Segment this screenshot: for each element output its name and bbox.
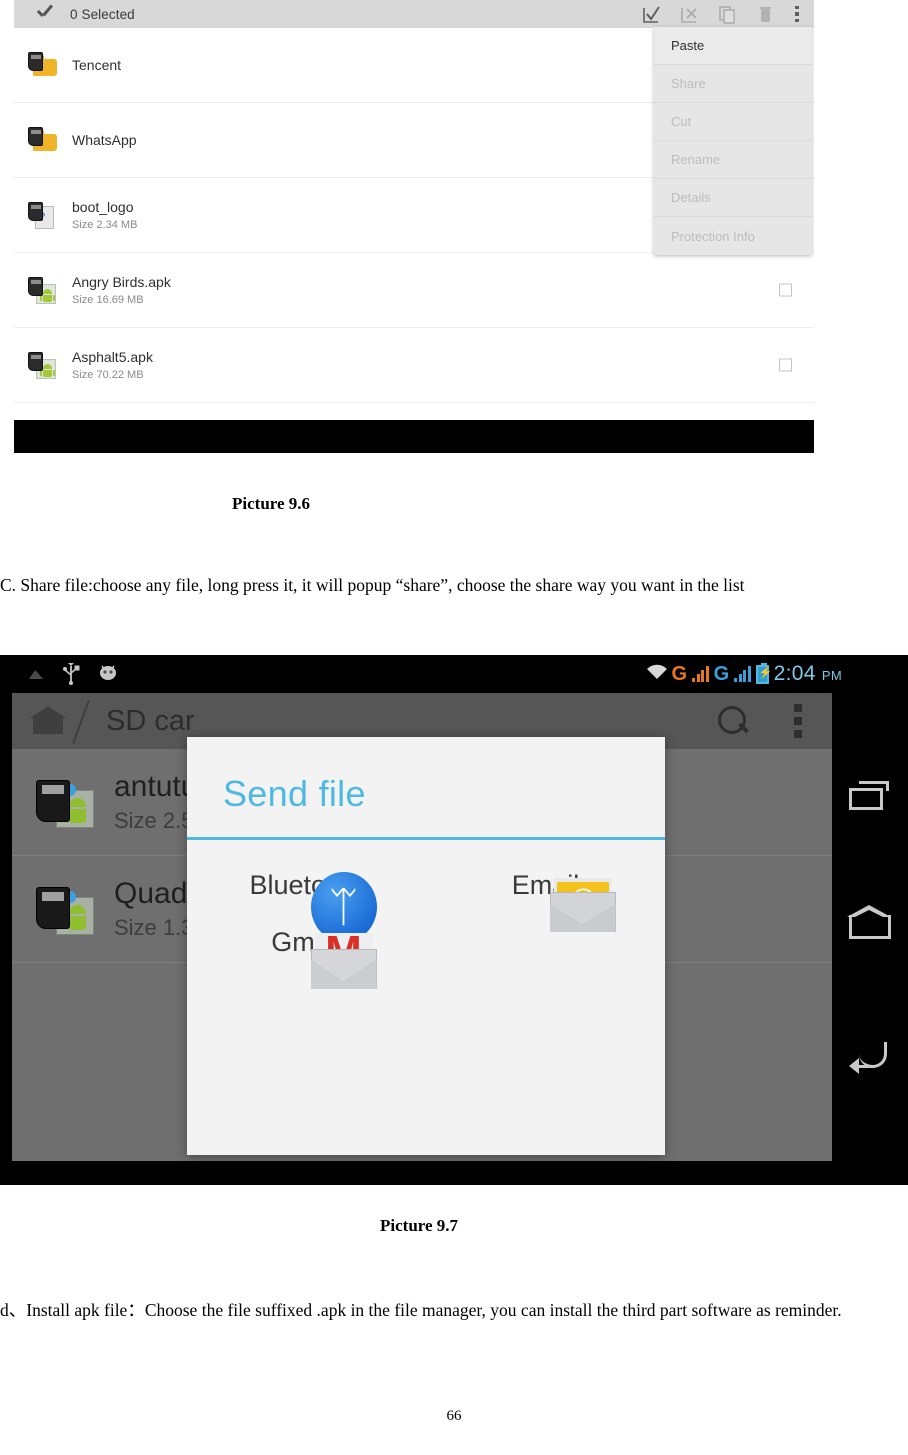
file-manager-action-bar: 0 Selected xyxy=(14,0,814,28)
menu-item-share: Share xyxy=(654,65,812,103)
check-icon[interactable] xyxy=(34,3,56,25)
paragraph-share-file: C. Share file:choose any file, long pres… xyxy=(0,575,745,595)
wifi-icon xyxy=(645,663,667,685)
share-option-label: Email xyxy=(511,870,580,900)
file-name: WhatsApp xyxy=(72,131,137,148)
status-bar-clock: 2:04 PM xyxy=(774,662,842,686)
file-size: Size 16.69 MB xyxy=(72,293,144,306)
document-page: 0 Selected Tencent WhatsApp boot_logo Si… xyxy=(0,0,908,1455)
android-navigation-bar xyxy=(14,420,814,453)
selected-count-label: 0 Selected xyxy=(70,6,135,22)
table-row[interactable]: Angry Birds.apk Size 16.69 MB xyxy=(14,253,814,328)
menu-item-protection-info: Protection Info xyxy=(671,228,755,244)
battery-charging-icon xyxy=(755,662,772,684)
clock-ampm: PM xyxy=(821,668,842,683)
sdcard-folder-icon xyxy=(28,50,58,80)
share-option-bluetooth[interactable]: ᛠ Bluetooth xyxy=(187,870,426,942)
deselect-all-icon xyxy=(680,5,699,24)
sim1-signal-icon xyxy=(692,666,709,682)
back-button[interactable] xyxy=(847,1036,893,1076)
row-checkbox[interactable] xyxy=(779,283,792,297)
screenshot-send-file-dialog: G G 2:04 PM SD xyxy=(0,655,908,1185)
sdcard-file-icon: ? xyxy=(28,200,58,230)
share-target-grid: ᛠ Bluetooth @ Email M Gma xyxy=(187,840,665,989)
page-number: 66 xyxy=(446,1408,462,1424)
sdcard-apk-icon xyxy=(28,275,58,305)
sdcard-apk-icon xyxy=(34,774,96,830)
overflow-menu-popup: Paste Share Cut Rename Details Protectio… xyxy=(654,27,812,255)
menu-item-paste[interactable]: Paste xyxy=(654,27,812,65)
android-status-bar: G G 2:04 PM xyxy=(0,655,908,693)
table-row[interactable]: Asphalt5.apk Size 70.22 MB xyxy=(14,328,814,403)
breadcrumb-separator-icon xyxy=(76,697,94,745)
sdcard-folder-icon xyxy=(28,125,58,155)
file-name: boot_logo xyxy=(72,199,134,216)
share-option-email[interactable]: @ Email xyxy=(426,870,665,932)
sdcard-apk-icon xyxy=(34,881,96,937)
file-manager-screen: SD car antutu_l Size 2.55 Quadrar Size 1… xyxy=(12,693,832,1161)
row-checkbox[interactable] xyxy=(779,358,792,372)
file-name: Asphalt5.apk xyxy=(72,349,153,366)
select-all-icon[interactable] xyxy=(642,5,661,24)
sim1-network-label: G xyxy=(671,663,688,685)
file-size: Size 70.22 MB xyxy=(72,368,144,381)
sim2-network-label: G xyxy=(713,663,730,685)
home-button[interactable] xyxy=(847,904,893,947)
action-bar-icon-group xyxy=(642,5,800,24)
home-icon[interactable] xyxy=(30,706,66,736)
delete-icon xyxy=(756,5,775,24)
action-bar-icon-group xyxy=(716,704,802,738)
overflow-menu-icon[interactable] xyxy=(794,704,802,738)
file-size: Size 2.34 MB xyxy=(72,218,138,231)
screenshot-icon xyxy=(26,663,48,685)
recent-apps-button[interactable] xyxy=(847,778,893,818)
file-name: Tencent xyxy=(72,56,122,73)
usb-icon xyxy=(62,663,84,685)
breadcrumb[interactable]: SD car xyxy=(106,705,195,738)
figure-caption-9-7: Picture 9.7 xyxy=(380,1216,459,1235)
overflow-menu-icon[interactable] xyxy=(794,5,800,24)
menu-item-details: Details xyxy=(654,179,812,217)
send-file-dialog: Send file ᛠ Bluetooth @ Email xyxy=(187,737,665,1155)
clock-time: 2:04 xyxy=(773,662,816,685)
status-bar-system-icons: G G 2:04 PM xyxy=(645,662,842,686)
sim2-signal-icon xyxy=(734,666,751,682)
file-name: Angry Birds.apk xyxy=(72,274,171,291)
dialog-title: Send file xyxy=(223,773,366,814)
screenshot-file-manager-overflow: 0 Selected Tencent WhatsApp boot_logo Si… xyxy=(14,0,814,453)
status-bar-notification-icons xyxy=(26,663,120,685)
android-navigation-bar xyxy=(832,693,908,1161)
paragraph-install-apk: d、Install apk file：Choose the file suffi… xyxy=(0,1300,842,1320)
android-debug-icon xyxy=(98,663,120,685)
figure-caption-9-6: Picture 9.6 xyxy=(232,494,311,513)
copy-icon xyxy=(718,5,737,24)
sdcard-apk-icon xyxy=(28,350,58,380)
menu-item-cut: Cut xyxy=(654,103,812,141)
menu-item-rename: Rename xyxy=(654,141,812,179)
search-icon[interactable] xyxy=(716,704,750,738)
